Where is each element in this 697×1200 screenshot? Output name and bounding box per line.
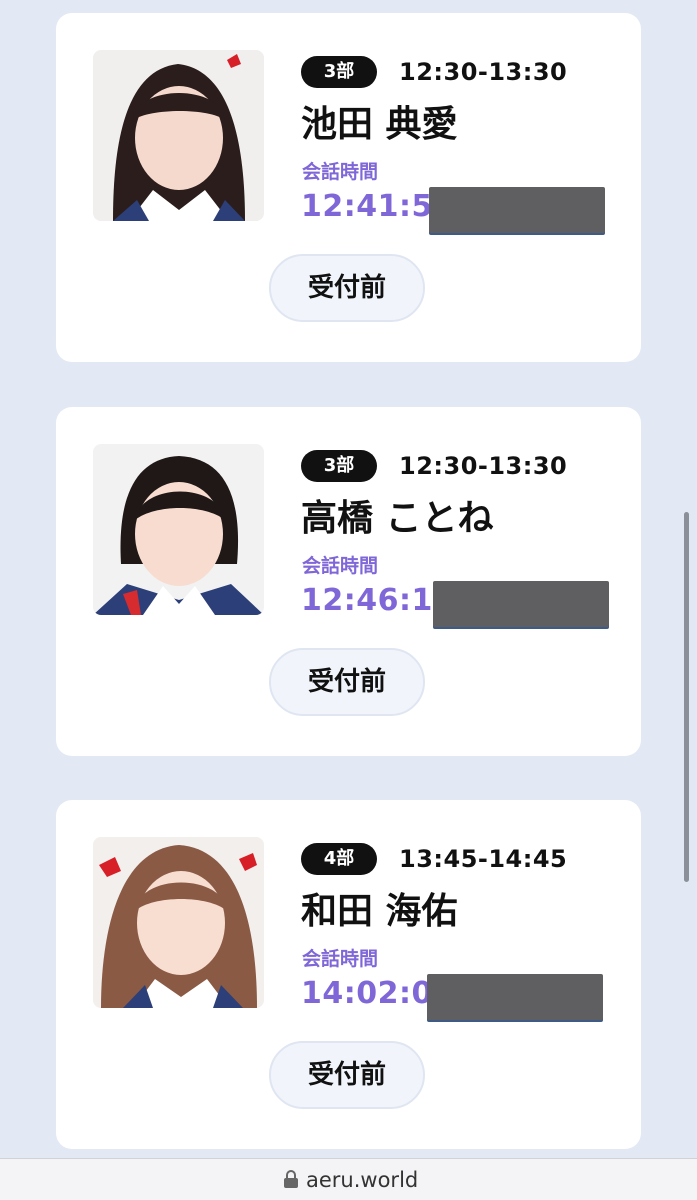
member-photo bbox=[93, 444, 264, 615]
url-text: aeru.world bbox=[306, 1168, 419, 1192]
status-button[interactable]: 受付前 bbox=[269, 1041, 425, 1109]
member-name: 池田 典愛 bbox=[301, 104, 458, 145]
time-range: 12:30-13:30 bbox=[399, 452, 568, 480]
time-range: 12:30-13:30 bbox=[399, 58, 568, 86]
member-card: 3部 12:30-13:30 池田 典愛 会話時間 12:41:50 受付前 bbox=[56, 13, 641, 362]
address-bar[interactable]: aeru.world bbox=[0, 1158, 697, 1200]
scrollbar[interactable] bbox=[684, 512, 689, 882]
part-badge: 3部 bbox=[301, 450, 377, 482]
member-photo bbox=[93, 837, 264, 1008]
talk-time-label: 会話時間 bbox=[302, 948, 379, 970]
part-badge: 3部 bbox=[301, 56, 377, 88]
lock-icon bbox=[284, 1170, 298, 1188]
status-button[interactable]: 受付前 bbox=[269, 648, 425, 716]
talk-time-label: 会話時間 bbox=[302, 555, 379, 577]
member-name: 高橋 ことね bbox=[301, 498, 494, 539]
redaction-block bbox=[433, 581, 609, 627]
part-badge: 4部 bbox=[301, 843, 377, 875]
talk-time-value: 12:46:15 bbox=[301, 583, 455, 618]
member-card: 4部 13:45-14:45 和田 海佑 会話時間 14:02:00 受付前 bbox=[56, 800, 641, 1149]
redaction-block bbox=[429, 187, 605, 233]
member-name: 和田 海佑 bbox=[301, 891, 458, 932]
member-card: 3部 12:30-13:30 高橋 ことね 会話時間 12:46:15 受付前 bbox=[56, 407, 641, 756]
talk-time-label: 会話時間 bbox=[302, 161, 379, 183]
status-button[interactable]: 受付前 bbox=[269, 254, 425, 322]
member-photo bbox=[93, 50, 264, 221]
redaction-block bbox=[427, 974, 603, 1020]
time-range: 13:45-14:45 bbox=[399, 845, 568, 873]
